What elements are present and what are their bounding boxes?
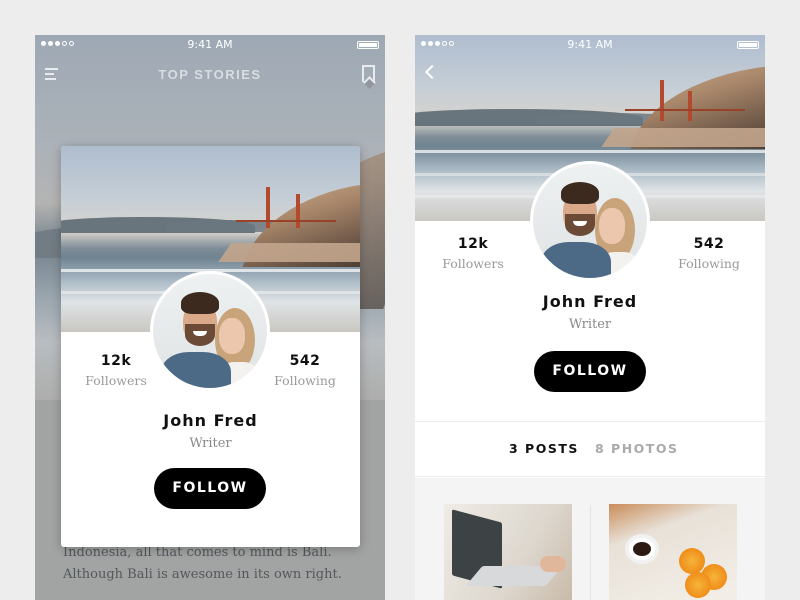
phone-right-profile: 9:41 AM 12k Followers 542 Following John… <box>415 35 765 600</box>
bookmark-icon[interactable] <box>362 65 375 82</box>
followers-label: Followers <box>85 373 147 388</box>
follow-button[interactable]: FOLLOW <box>154 468 266 509</box>
profile-role: Writer <box>189 436 232 451</box>
following-stat[interactable]: 542 Following <box>260 353 350 388</box>
followers-count: 12k <box>457 236 489 252</box>
battery-icon <box>737 41 759 49</box>
article-excerpt: Indonesia, all that comes to mind is Bal… <box>63 545 342 582</box>
followers-label: Followers <box>442 256 504 271</box>
phone-left-top-stories: 9:41 AM TOP STORIES 12k Followers 542 Fo… <box>35 35 385 600</box>
top-nav: TOP STORIES <box>35 55 385 91</box>
following-label: Following <box>678 256 740 271</box>
profile-role: Writer <box>568 317 612 332</box>
profile-name: John Fred <box>163 411 258 430</box>
avatar <box>150 271 270 391</box>
follow-button[interactable]: FOLLOW <box>534 351 646 392</box>
following-count: 542 <box>289 353 321 369</box>
page-title: TOP STORIES <box>158 67 262 82</box>
followers-count: 12k <box>100 353 132 369</box>
status-bar: 9:41 AM <box>35 35 385 55</box>
following-stat[interactable]: 542 Following <box>664 236 754 271</box>
following-label: Following <box>274 373 336 388</box>
status-bar: 9:41 AM <box>415 35 765 55</box>
tab-posts[interactable]: 3 POSTS <box>509 441 579 456</box>
post-thumbnail-laptop[interactable] <box>444 504 572 600</box>
status-time: 9:41 AM <box>567 38 613 51</box>
battery-icon <box>357 41 379 49</box>
profile-name: John Fred <box>542 292 638 311</box>
status-time: 9:41 AM <box>187 38 233 51</box>
followers-stat[interactable]: 12k Followers <box>71 353 161 388</box>
following-count: 542 <box>693 236 725 252</box>
profile-card: 12k Followers 542 Following John Fred Wr… <box>61 146 360 547</box>
grid-divider <box>590 505 591 600</box>
tab-photos[interactable]: 8 PHOTOS <box>595 441 678 456</box>
content-tabs: 3 POSTS 8 PHOTOS <box>415 421 765 477</box>
avatar <box>530 161 650 281</box>
followers-stat[interactable]: 12k Followers <box>428 236 518 271</box>
post-thumbnail-breakfast[interactable] <box>609 504 737 600</box>
